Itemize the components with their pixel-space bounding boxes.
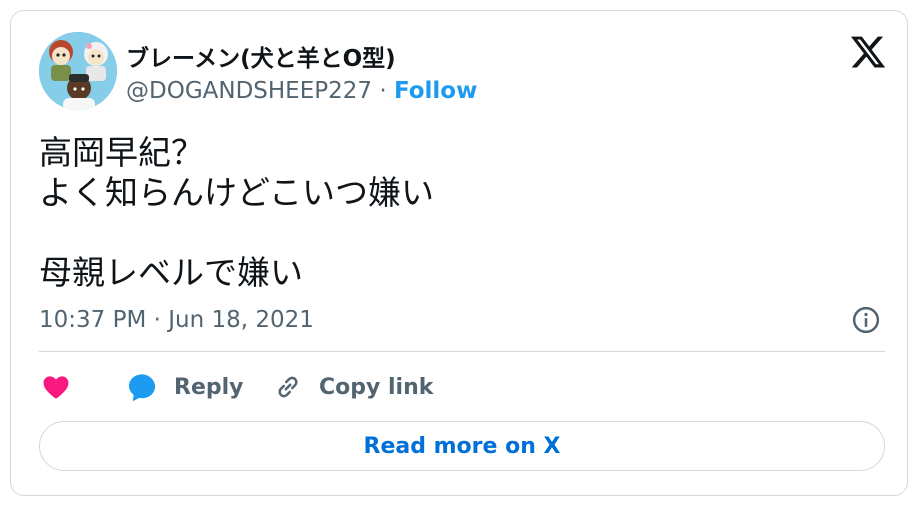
x-logo-icon[interactable] — [849, 33, 887, 71]
info-icon[interactable] — [851, 305, 881, 335]
heart-icon — [43, 376, 69, 399]
handle-separator: · — [372, 78, 394, 104]
follow-button[interactable]: Follow — [394, 78, 477, 104]
speech-bubble-icon — [128, 374, 156, 401]
reply-label: Reply — [174, 374, 244, 400]
author-handle[interactable]: @DOGANDSHEEP227 — [126, 78, 372, 104]
embedded-tweet-card: ブレーメン(犬と羊とO型) @DOGANDSHEEP227 · Follow 高… — [10, 10, 908, 496]
author-display-name[interactable]: ブレーメン(犬と羊とO型) — [126, 39, 396, 73]
tweet-timestamp[interactable]: 10:37 PM · Jun 18, 2021 — [39, 307, 314, 333]
author-handle-row: @DOGANDSHEEP227 · Follow — [126, 78, 477, 104]
tweet-text: 高岡早紀？ よく知らんけどこいつ嫌い 母親レベルで嫌い — [39, 133, 435, 292]
link-icon — [278, 376, 298, 398]
like-button[interactable] — [41, 369, 71, 405]
copy-link-button[interactable]: Copy link — [273, 369, 433, 405]
copy-link-label: Copy link — [319, 374, 434, 400]
author-avatar[interactable] — [39, 32, 117, 110]
read-more-button[interactable]: Read more on X — [39, 421, 885, 471]
divider — [39, 351, 885, 352]
avatar-illustration-icon — [39, 32, 117, 110]
reply-button[interactable]: Reply — [126, 369, 244, 405]
